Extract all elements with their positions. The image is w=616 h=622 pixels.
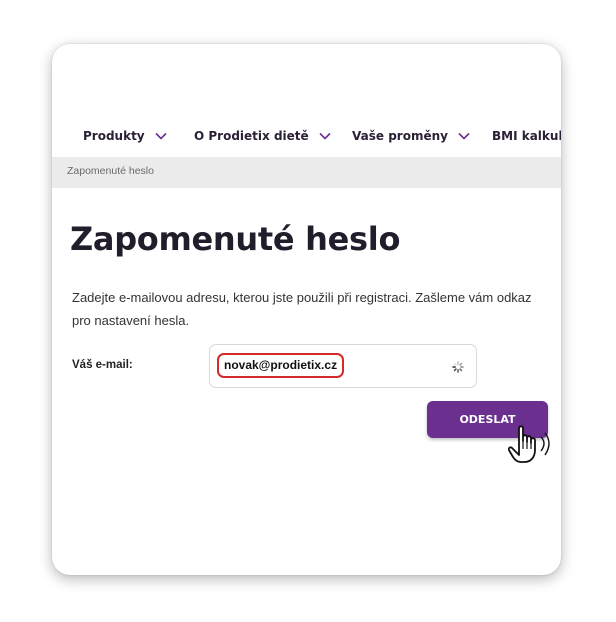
page-card: Produkty O Prodietix dietě Vaše proměny … bbox=[52, 44, 561, 575]
page-title: Zapomenuté heslo bbox=[70, 220, 401, 258]
page-description: Zadejte e-mailovou adresu, kterou jste p… bbox=[72, 290, 532, 328]
nav-item-bmi-kalkulacka[interactable]: BMI kalkulač bbox=[492, 126, 561, 146]
chevron-down-icon bbox=[458, 132, 470, 140]
nav-item-label: Vaše proměny bbox=[352, 129, 448, 143]
nav-item-vase-promeny[interactable]: Vaše proměny bbox=[352, 126, 470, 146]
nav-item-label: BMI kalkulač bbox=[492, 129, 561, 143]
email-field[interactable]: novak@prodietix.cz bbox=[209, 344, 477, 388]
email-value-highlight: novak@prodietix.cz bbox=[217, 353, 345, 378]
nav-item-label: O Prodietix dietě bbox=[194, 129, 309, 143]
nav-item-produkty[interactable]: Produkty bbox=[83, 126, 167, 146]
breadcrumb: Zapomenuté heslo bbox=[52, 157, 561, 188]
hand-pointer-icon bbox=[507, 425, 554, 465]
breadcrumb-current: Zapomenuté heslo bbox=[67, 165, 154, 177]
email-label: Váš e-mail: bbox=[72, 359, 133, 371]
chevron-down-icon bbox=[155, 132, 167, 140]
main-nav: Produkty O Prodietix dietě Vaše proměny … bbox=[52, 44, 561, 156]
chevron-down-icon bbox=[319, 132, 331, 140]
nav-item-label: Produkty bbox=[83, 129, 145, 143]
nav-item-o-prodietix-diete[interactable]: O Prodietix dietě bbox=[194, 126, 331, 146]
spinner-icon bbox=[452, 360, 464, 373]
